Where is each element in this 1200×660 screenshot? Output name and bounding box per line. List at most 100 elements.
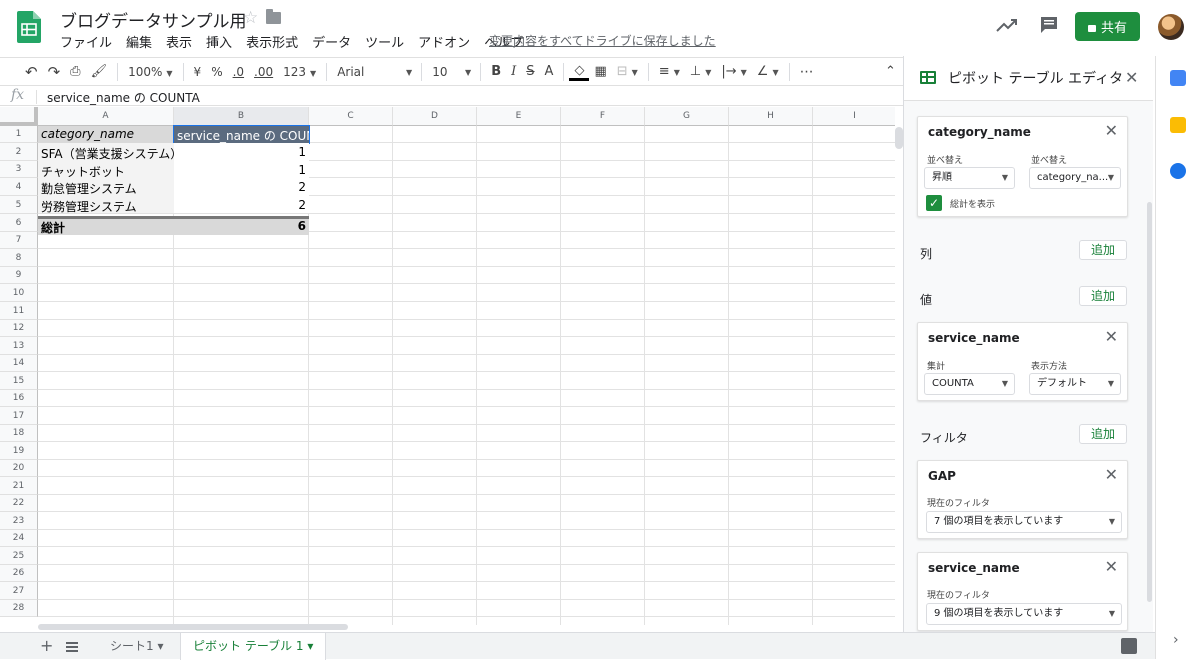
row-header[interactable]: 24 [0, 530, 38, 547]
close-icon[interactable]: ✕ [1125, 68, 1138, 87]
show-as-select[interactable]: デフォルト ▼ [1029, 373, 1121, 395]
font-size-select[interactable]: 10 ▼ [427, 65, 475, 79]
percent-button[interactable]: % [206, 65, 227, 79]
share-button[interactable]: 共有 [1075, 12, 1140, 41]
comment-icon[interactable] [1040, 16, 1058, 34]
row-header[interactable]: 19 [0, 442, 38, 460]
valign-icon[interactable]: ⊥ ▼ [685, 64, 716, 79]
menu-tools[interactable]: ツール [358, 32, 411, 51]
menu-edit[interactable]: 編集 [119, 32, 159, 51]
vertical-scrollbar[interactable] [895, 127, 903, 149]
filter-status-select[interactable]: 7 個の項目を表示しています ▼ [926, 511, 1122, 533]
row-header[interactable]: 3 [0, 161, 38, 178]
italic-button[interactable]: I [506, 64, 521, 79]
menu-insert[interactable]: 挿入 [199, 32, 239, 51]
filter-status-select[interactable]: 9 個の項目を表示しています ▼ [926, 603, 1122, 625]
column-header[interactable]: B [174, 107, 309, 126]
menu-data[interactable]: データ [305, 32, 358, 51]
row-header[interactable]: 26 [0, 565, 38, 582]
text-color-button[interactable]: A [540, 64, 559, 79]
cell-a5[interactable]: 労務管理システム [38, 198, 174, 215]
row-header[interactable]: 25 [0, 547, 38, 565]
row-header[interactable]: 4 [0, 178, 38, 196]
document-title[interactable]: ブログデータサンプル用 [60, 7, 247, 32]
row-header[interactable]: 8 [0, 249, 38, 267]
row-header[interactable]: 28 [0, 600, 38, 617]
merge-cells-icon[interactable]: ⊟ ▼ [612, 64, 643, 79]
bold-button[interactable]: B [486, 64, 506, 79]
row-header[interactable]: 7 [0, 232, 38, 249]
column-header[interactable]: G [645, 107, 729, 126]
save-status-link[interactable]: 変更内容をすべてドライブに保存しました [489, 32, 716, 49]
row-header[interactable]: 15 [0, 372, 38, 390]
row-header[interactable]: 20 [0, 460, 38, 477]
sort-order-select[interactable]: 昇順 ▼ [924, 167, 1015, 189]
currency-button[interactable]: ¥ [189, 65, 207, 79]
cell-a6[interactable]: 総計 [38, 219, 174, 236]
close-icon[interactable]: ✕ [1105, 465, 1118, 484]
row-header[interactable]: 5 [0, 196, 38, 214]
cell-a3[interactable]: チャットボット [38, 163, 174, 180]
sheets-logo-icon[interactable] [17, 11, 41, 43]
cell-b1[interactable]: service_name の COUNTA [174, 127, 309, 144]
row-header[interactable]: 11 [0, 302, 38, 320]
text-rotate-icon[interactable]: ∠ ▼ [752, 64, 784, 79]
undo-icon[interactable]: ↶ [20, 63, 43, 81]
keep-icon[interactable] [1170, 117, 1186, 133]
row-header[interactable]: 21 [0, 477, 38, 495]
borders-icon[interactable]: ▦ [589, 64, 611, 79]
star-icon[interactable]: ☆ [243, 8, 258, 28]
spreadsheet-grid[interactable]: ABCDEFGHI 1 2 3 4 5 6 7 8 9 10 11 12 13 14 15 16 17 18 19 2… [0, 107, 895, 625]
add-value-button[interactable]: 追加 [1079, 286, 1127, 306]
add-column-button[interactable]: 追加 [1079, 240, 1127, 260]
select-all-corner[interactable] [0, 107, 38, 126]
show-totals-checkbox[interactable]: ✓ [926, 195, 942, 211]
strikethrough-button[interactable]: S [521, 64, 539, 79]
tab-sheet1[interactable]: シート1 ▾ [98, 633, 175, 660]
cell-b5[interactable]: 2 [174, 198, 309, 212]
tab-pivot-table-1[interactable]: ピボット テーブル 1 ▾ [180, 633, 327, 660]
cell-b4[interactable]: 2 [174, 180, 309, 194]
fill-color-icon[interactable]: ◇ [569, 63, 590, 81]
menu-file[interactable]: ファイル [53, 32, 119, 51]
horizontal-scrollbar[interactable] [38, 624, 348, 630]
print-icon[interactable]: ⎙ [65, 64, 85, 79]
row-header[interactable]: 9 [0, 267, 38, 284]
tasks-icon[interactable] [1170, 163, 1186, 179]
align-icon[interactable]: ≡ ▼ [654, 64, 685, 79]
avatar[interactable] [1158, 14, 1184, 40]
row-header[interactable]: 18 [0, 425, 38, 442]
folder-icon[interactable] [266, 9, 281, 24]
sort-by-select[interactable]: category_na... ▼ [1029, 167, 1121, 189]
cell-b6[interactable]: 6 [174, 219, 309, 233]
panel-scrollbar[interactable] [1147, 202, 1152, 602]
column-header[interactable]: C [309, 107, 393, 126]
calendar-icon[interactable] [1170, 70, 1186, 86]
expand-panel-icon[interactable]: › [1173, 632, 1179, 648]
more-options-button[interactable]: ⋯ [795, 64, 819, 80]
row-header[interactable]: 6 [0, 214, 38, 232]
row-header[interactable]: 22 [0, 495, 38, 512]
cell-a1[interactable]: category_name [38, 127, 174, 141]
column-header[interactable]: I [813, 107, 895, 126]
row-header[interactable]: 23 [0, 512, 38, 530]
close-icon[interactable]: ✕ [1105, 557, 1118, 576]
paint-format-icon[interactable]: 🖌 [86, 64, 113, 79]
cell-a4[interactable]: 勤怠管理システム [38, 180, 174, 197]
decrease-decimal-button[interactable]: .0 [228, 65, 249, 79]
font-select[interactable]: Arial ▼ [332, 65, 416, 79]
row-header[interactable]: 2 [0, 143, 38, 161]
column-header[interactable]: H [729, 107, 813, 126]
column-header[interactable]: A [38, 107, 174, 126]
formula-input[interactable]: service_name の COUNTA [47, 89, 200, 106]
summarize-select[interactable]: COUNTA ▼ [924, 373, 1015, 395]
row-header[interactable]: 13 [0, 337, 38, 355]
row-header[interactable]: 12 [0, 320, 38, 337]
column-header[interactable]: D [393, 107, 477, 126]
row-header[interactable]: 14 [0, 355, 38, 372]
redo-icon[interactable]: ↷ [43, 63, 66, 81]
zoom-select[interactable]: 100% ▼ [123, 65, 177, 79]
trending-icon[interactable] [996, 17, 1018, 33]
explore-icon[interactable] [1121, 638, 1137, 654]
row-header[interactable]: 27 [0, 582, 38, 600]
